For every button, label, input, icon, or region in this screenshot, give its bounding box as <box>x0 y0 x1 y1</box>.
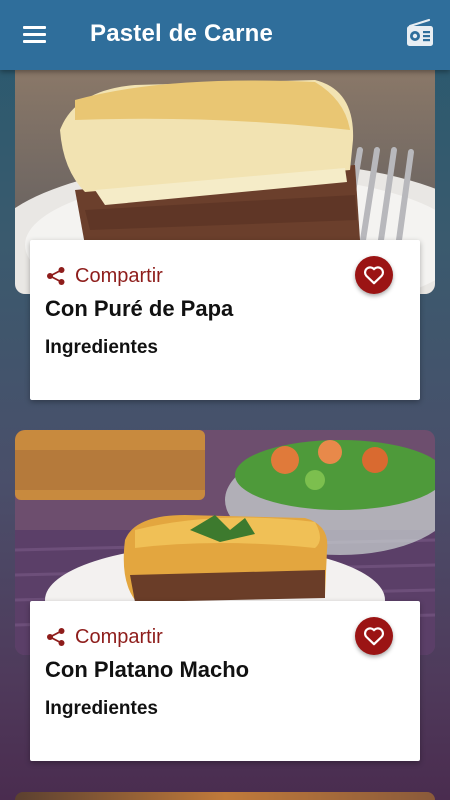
heart-icon <box>363 266 385 285</box>
radio-icon[interactable] <box>401 17 439 53</box>
recipe-card[interactable]: Compartir Con Puré de Papa Ingredientes <box>30 240 420 400</box>
ingredients-link[interactable]: Ingredientes <box>45 698 158 720</box>
heart-icon <box>363 627 385 646</box>
share-icon <box>47 628 65 646</box>
recipe-name: Con Platano Macho <box>45 657 250 682</box>
app-bar: Pastel de Carne <box>0 0 450 70</box>
share-label: Compartir <box>75 264 163 287</box>
ingredients-link[interactable]: Ingredientes <box>45 337 158 359</box>
share-icon <box>47 267 65 285</box>
favorite-button[interactable] <box>355 256 393 294</box>
share-label: Compartir <box>75 625 163 648</box>
hamburger-menu-icon[interactable] <box>14 17 54 53</box>
recipe-name: Con Puré de Papa <box>45 296 234 321</box>
share-button[interactable]: Compartir <box>46 264 163 288</box>
next-recipe-photo[interactable] <box>15 792 435 800</box>
recipe-card[interactable]: Compartir Con Platano Macho Ingredientes <box>30 601 420 761</box>
favorite-button[interactable] <box>355 617 393 655</box>
page-title: Pastel de Carne <box>90 20 274 47</box>
share-button[interactable]: Compartir <box>46 625 163 649</box>
